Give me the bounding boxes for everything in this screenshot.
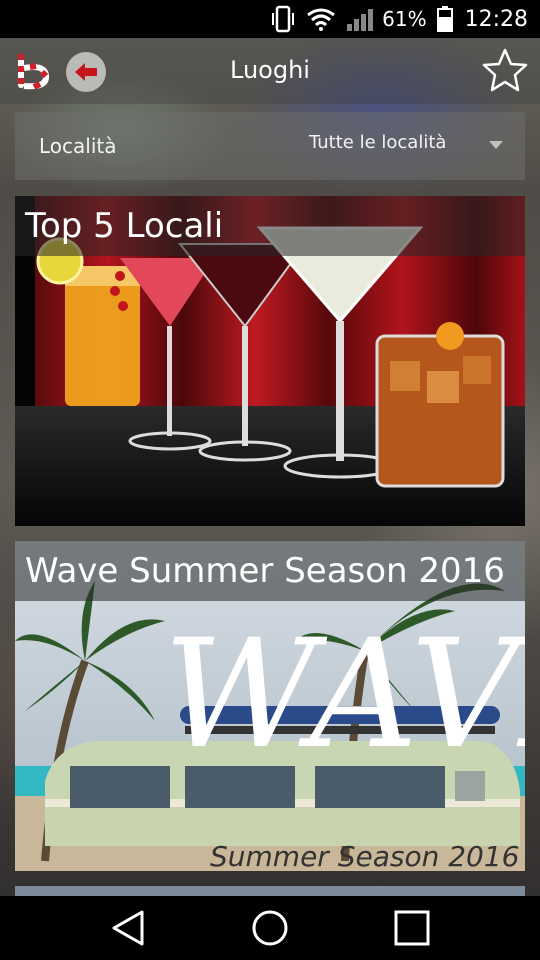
back-triangle-icon (112, 910, 144, 946)
nav-home-button[interactable] (248, 908, 292, 948)
location-filter[interactable]: Località Tutte le località (15, 112, 525, 180)
wave-word: WAVE (163, 608, 525, 782)
card-title-bar: Top 5 Locali (15, 196, 525, 256)
app-header: Luoghi (0, 38, 540, 104)
vibrate-icon (270, 5, 296, 33)
recents-square-icon (394, 910, 430, 946)
filter-label: Località (39, 134, 117, 158)
home-circle-icon (252, 910, 288, 946)
wifi-icon (306, 7, 336, 31)
system-nav-bar (0, 896, 540, 960)
place-card[interactable]: Top 5 Locali (15, 196, 525, 526)
card-title: Top 5 Locali (25, 206, 224, 246)
clock: 12:28 (464, 6, 528, 32)
place-card[interactable]: WAVE Summer Season 2016 Wave Summer Seas… (15, 541, 525, 871)
status-bar: 61% 12:28 (0, 0, 540, 38)
dropdown-caret-icon[interactable] (489, 141, 503, 149)
signal-icon (346, 7, 376, 31)
favorite-button[interactable] (480, 46, 530, 96)
battery-percent: 61% (382, 7, 427, 31)
wave-subtitle: Summer Season 2016 (210, 840, 520, 871)
star-icon (482, 48, 528, 92)
card-title-bar: Wave Summer Season 2016 (15, 541, 525, 601)
card-title: Wave Summer Season 2016 (25, 551, 505, 591)
page-title: Luoghi (230, 56, 310, 84)
nav-recents-button[interactable] (390, 908, 434, 948)
location-select-value[interactable]: Tutte le località (309, 132, 446, 153)
battery-icon (436, 6, 453, 32)
nav-back-button[interactable] (106, 908, 150, 948)
